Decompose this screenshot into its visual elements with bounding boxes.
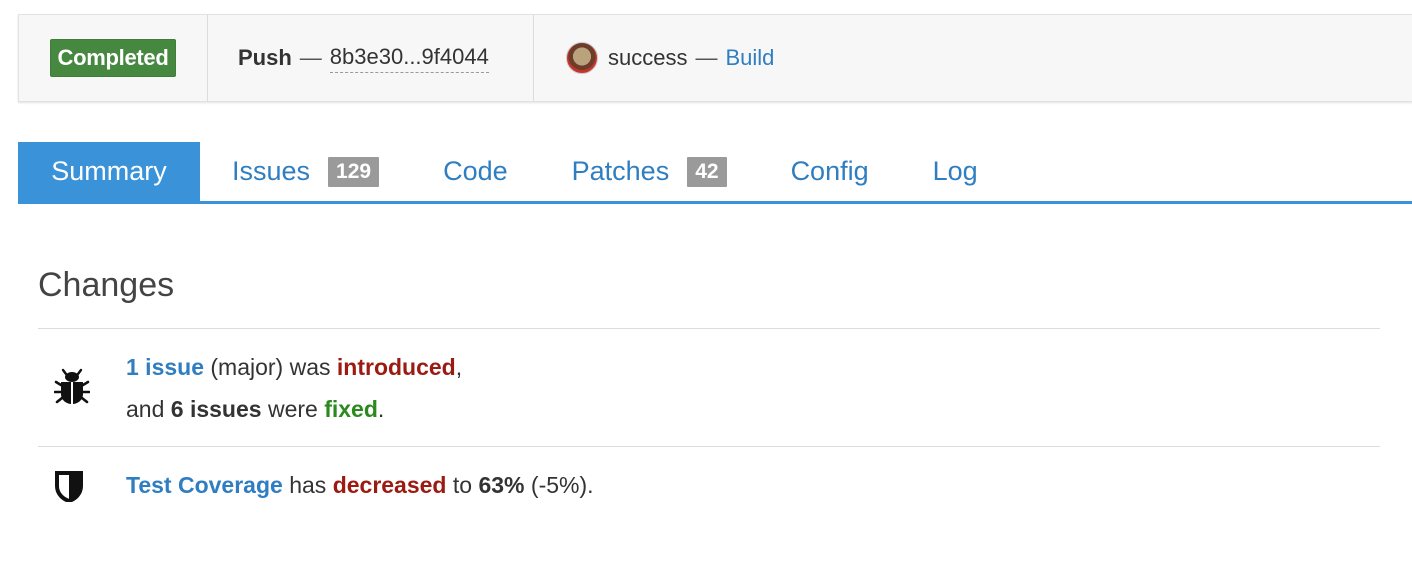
issues-change-line-2: and 6 issues were fixed.	[126, 388, 384, 430]
tab-summary[interactable]: Summary	[18, 142, 200, 201]
tab-patches[interactable]: Patches 42	[540, 142, 759, 201]
commit-range-link[interactable]: 8b3e30...9f4044	[329, 44, 489, 73]
status-badge: Completed	[49, 39, 177, 77]
bug-icon	[53, 368, 91, 411]
build-link[interactable]: Build	[725, 45, 774, 71]
fixed-word: fixed	[324, 396, 378, 422]
introduced-word: introduced	[336, 354, 456, 380]
tab-label: Summary	[51, 156, 167, 186]
coverage-percent: 63%	[478, 472, 525, 498]
divider	[38, 446, 1380, 447]
to-text: to	[452, 472, 473, 498]
introduced-issues-link[interactable]: 1 issue	[126, 354, 204, 380]
divider	[38, 328, 1380, 329]
status-badge-cell: Completed	[19, 15, 208, 101]
avatar	[566, 42, 598, 74]
tab-log[interactable]: Log	[901, 142, 1010, 201]
event-type: Push	[238, 45, 292, 70]
decreased-word: decreased	[332, 472, 447, 498]
coverage-delta: (-5%).	[530, 472, 594, 498]
shield-icon	[54, 470, 84, 507]
build-status-bar: Completed Push — 8b3e30...9f4044 success…	[18, 14, 1412, 102]
coverage-change-line: Test Coverage has decreased to 63% (-5%)…	[126, 464, 594, 506]
issues-count-badge: 129	[328, 156, 380, 187]
tab-code[interactable]: Code	[411, 142, 540, 201]
period: .	[377, 396, 385, 422]
and-text: and	[126, 396, 165, 422]
tab-bar: Summary Issues 129 Code Patches 42 Confi…	[18, 142, 1412, 204]
push-info: Push — 8b3e30...9f4044	[208, 15, 534, 101]
tab-label: Log	[932, 156, 978, 186]
issues-change-row: 1 issue (major) was introduced, and 6 is…	[38, 346, 1380, 446]
were-text: were	[267, 396, 318, 422]
patches-count-badge: 42	[687, 156, 727, 187]
section-title: Changes	[38, 266, 175, 304]
issues-change-line-1: 1 issue (major) was introduced,	[126, 346, 462, 388]
tab-label: Patches	[571, 156, 670, 186]
tab-config[interactable]: Config	[759, 142, 901, 201]
severity-text: (major) was	[210, 354, 331, 380]
tab-label: Issues	[232, 156, 311, 186]
build-result: success	[608, 45, 688, 70]
fixed-count: 6 issues	[170, 396, 262, 422]
tab-label: Code	[443, 156, 508, 186]
comma: ,	[455, 354, 463, 380]
coverage-change-row: Test Coverage has decreased to 63% (-5%)…	[38, 464, 1380, 508]
build-info: success — Build	[534, 15, 774, 101]
tab-label: Config	[790, 156, 869, 186]
separator: —	[299, 45, 322, 70]
has-text: has	[289, 472, 327, 498]
tab-issues[interactable]: Issues 129	[200, 142, 411, 201]
test-coverage-link[interactable]: Test Coverage	[126, 472, 283, 498]
separator: —	[695, 45, 718, 70]
